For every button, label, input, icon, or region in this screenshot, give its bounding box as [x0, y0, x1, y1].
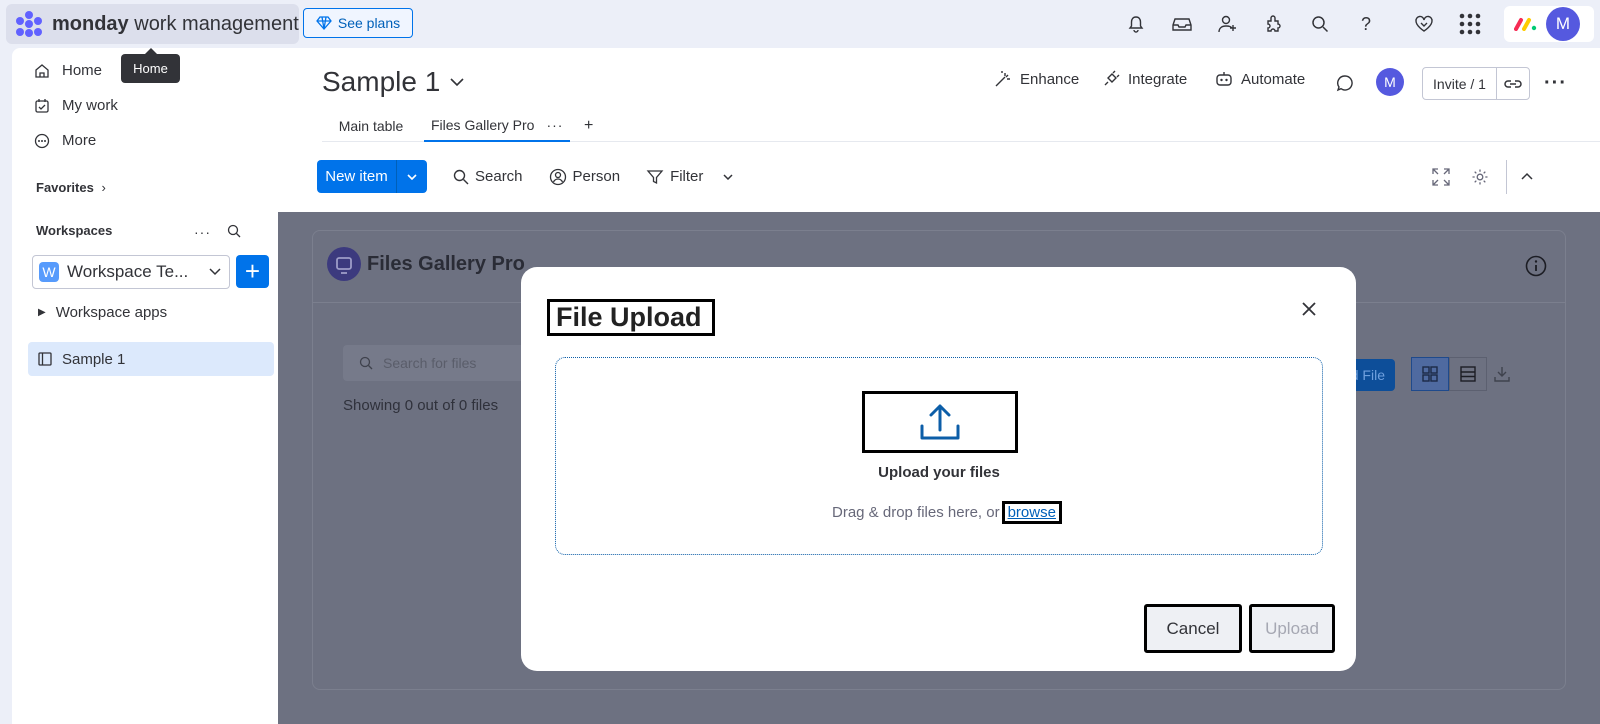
plug-icon — [1104, 70, 1120, 86]
fullscreen-icon[interactable] — [1432, 168, 1450, 186]
upload-icon — [862, 391, 1018, 453]
search-icon[interactable] — [1306, 10, 1334, 38]
modal-title: File Upload — [547, 299, 715, 336]
board-toolbar: New item Search Person Filter — [317, 160, 733, 193]
invite-members-icon[interactable] — [1214, 10, 1242, 38]
search-button[interactable]: Search — [453, 168, 523, 185]
file-dropzone[interactable]: Upload your files Drag & drop files here… — [555, 357, 1323, 555]
home-icon — [35, 63, 49, 78]
file-search-input[interactable]: Search for files — [343, 345, 543, 381]
add-view-button[interactable]: + — [584, 110, 600, 142]
calendar-check-icon — [35, 98, 49, 113]
help-icon[interactable]: ? — [1352, 10, 1380, 38]
sidebar-item-workspace-apps[interactable]: ▶ Workspace apps — [38, 304, 167, 321]
file-upload-modal: File Upload Upload your files Drag & dro… — [521, 267, 1356, 671]
chevron-down-icon — [209, 268, 221, 276]
board-view-tabs: Main table Files Gallery Pro ··· + — [322, 110, 1600, 142]
board-title[interactable]: Sample 1 — [322, 66, 464, 98]
invite-button[interactable]: Invite / 1 — [1422, 67, 1530, 100]
files-gallery-logo-icon — [327, 247, 361, 281]
dropzone-title: Upload your files — [878, 464, 1000, 481]
home-tooltip: Home — [121, 48, 180, 83]
new-item-dropdown-icon[interactable] — [397, 160, 427, 193]
settings-gear-icon[interactable] — [1471, 168, 1489, 186]
board-member-avatar[interactable]: M — [1376, 68, 1404, 96]
integrations-icon[interactable] — [1260, 10, 1288, 38]
comment-icon[interactable] — [1336, 74, 1354, 92]
apps-grid-icon[interactable] — [1456, 10, 1484, 38]
new-item-button[interactable]: New item — [317, 160, 427, 193]
account-area: M — [1504, 6, 1594, 42]
diamond-icon — [316, 16, 332, 30]
enhance-button[interactable]: Enhance — [994, 70, 1079, 88]
add-workspace-item-button[interactable]: + — [236, 255, 269, 288]
search-icon — [359, 356, 373, 370]
integrate-button[interactable]: Integrate — [1102, 70, 1187, 88]
left-sidebar: Home My work More Favorites › Workspaces… — [12, 48, 278, 724]
robot-icon — [1216, 72, 1232, 86]
workspace-search-icon[interactable] — [227, 224, 241, 238]
chevron-right-icon: › — [101, 180, 106, 195]
user-avatar[interactable]: M — [1546, 7, 1580, 41]
list-view-button[interactable] — [1449, 357, 1487, 391]
board-icon — [38, 352, 52, 366]
workspaces-label: Workspaces — [36, 223, 113, 238]
toolbar-divider — [1506, 160, 1507, 194]
automate-button[interactable]: Automate — [1215, 70, 1305, 88]
sidebar-item-sample-1[interactable]: Sample 1 — [28, 342, 274, 376]
browse-link[interactable]: browse — [1001, 501, 1062, 524]
grid-view-icon — [1422, 366, 1438, 382]
copy-link-icon[interactable] — [1497, 68, 1529, 99]
heart-icon[interactable] — [1410, 10, 1438, 38]
close-icon[interactable] — [1297, 297, 1321, 321]
sidebar-item-my-work[interactable]: My work — [34, 97, 118, 114]
tab-files-gallery-pro[interactable]: Files Gallery Pro ··· — [424, 110, 570, 142]
workspace-options-icon[interactable]: ··· — [194, 224, 211, 240]
cancel-button[interactable]: Cancel — [1144, 604, 1242, 653]
plus-icon: + — [244, 256, 261, 286]
files-count-text: Showing 0 out of 0 files — [343, 397, 499, 414]
dropzone-hint: Drag & drop files here, or browse — [832, 501, 1062, 524]
search-icon — [453, 169, 469, 184]
magic-wand-icon — [995, 71, 1010, 87]
favorites-section[interactable]: Favorites › — [36, 180, 106, 195]
download-icon[interactable] — [1493, 365, 1511, 383]
grid-view-button[interactable] — [1411, 357, 1449, 391]
workspace-selector[interactable]: W Workspace Te... — [32, 255, 230, 289]
bell-icon[interactable] — [1122, 10, 1150, 38]
chevron-down-icon[interactable] — [723, 173, 733, 180]
board-more-icon[interactable]: ··· — [1544, 72, 1567, 95]
workspace-badge: W — [39, 262, 59, 282]
chevron-down-icon — [450, 77, 464, 86]
brand-name: monday work management — [52, 12, 299, 35]
inbox-icon[interactable] — [1168, 10, 1196, 38]
filter-button[interactable]: Filter — [646, 168, 733, 186]
filter-icon — [646, 169, 664, 184]
widget-title: Files Gallery Pro — [367, 253, 525, 275]
sidebar-item-more[interactable]: More — [34, 132, 96, 149]
person-filter-button[interactable]: Person — [549, 168, 620, 186]
top-bar: monday work management See plans ? M — [0, 0, 1600, 48]
tab-main-table[interactable]: Main table — [330, 110, 412, 142]
person-circle-icon — [549, 168, 566, 185]
collapse-header-icon[interactable] — [1521, 172, 1533, 180]
brand-logo[interactable]: monday work management — [6, 4, 299, 44]
upload-button[interactable]: Upload — [1249, 604, 1335, 653]
see-plans-button[interactable]: See plans — [303, 8, 413, 38]
monday-logo-icon — [16, 11, 42, 37]
tab-options-icon[interactable]: ··· — [546, 117, 563, 133]
top-icon-group: ? — [1122, 10, 1484, 38]
info-icon[interactable] — [1525, 255, 1547, 277]
more-circle-icon — [34, 133, 50, 148]
monday-mark-icon — [1514, 18, 1537, 31]
list-view-icon — [1460, 366, 1476, 382]
caret-right-icon: ▶ — [38, 307, 46, 318]
sidebar-item-home[interactable]: Home — [34, 62, 102, 79]
